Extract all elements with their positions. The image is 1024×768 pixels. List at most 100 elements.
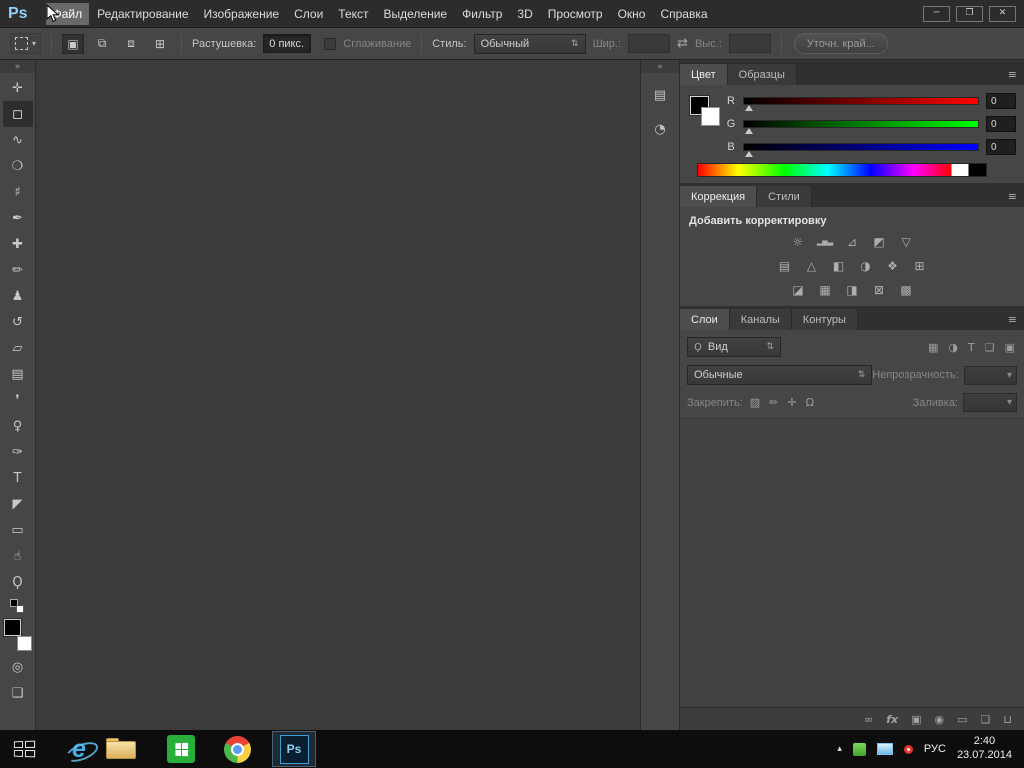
language-indicator[interactable]: РУС (924, 743, 946, 755)
tab-color[interactable]: Цвет (680, 64, 728, 85)
move-tool[interactable]: ✛ (3, 75, 33, 101)
add-to-selection-button[interactable]: ⧉ (91, 34, 113, 54)
adj-selective-color-icon[interactable]: ⊠ (871, 282, 887, 297)
cp-background-swatch[interactable] (701, 107, 720, 126)
quick-mask-button[interactable]: ◎ (3, 654, 33, 680)
refine-edge-button[interactable]: Уточн. край... (794, 33, 888, 54)
filter-type-layers-icon[interactable]: T (968, 341, 975, 354)
dock-expand-icon[interactable]: « (641, 60, 679, 73)
eraser-tool[interactable]: ▱ (3, 335, 33, 361)
toolbar-collapse-icon[interactable]: » (0, 60, 35, 73)
zoom-tool[interactable]: Ϙ (3, 569, 33, 595)
tray-green-app-icon[interactable] (853, 743, 866, 756)
panel-menu-icon[interactable]: ≡ (1008, 313, 1024, 326)
channel-b-value[interactable]: 0 (986, 139, 1016, 155)
taskbar-explorer-button[interactable] (100, 730, 142, 768)
feather-input[interactable]: 0 пикс. (263, 34, 311, 53)
adj-exposure-icon[interactable]: ◩ (871, 234, 887, 249)
tab-styles[interactable]: Стили (757, 186, 812, 207)
canvas-area[interactable] (36, 60, 640, 730)
lasso-tool[interactable]: ∿ (3, 127, 33, 153)
menu-window[interactable]: Окно (611, 3, 653, 25)
filter-smart-objects-icon[interactable]: ▣ (1005, 341, 1015, 354)
slider-thumb[interactable] (745, 151, 753, 157)
filter-shape-layers-icon[interactable]: ❏ (985, 341, 995, 354)
dodge-tool[interactable]: ♀ (3, 413, 33, 439)
foreground-color-swatch[interactable] (4, 619, 21, 636)
adj-gradient-map-icon[interactable]: ▩ (898, 282, 914, 297)
slider-thumb[interactable] (745, 128, 753, 134)
clock[interactable]: 2:40 23.07.2014 (957, 735, 1012, 763)
new-layer-icon[interactable]: ❏ (981, 713, 991, 726)
tray-display-icon[interactable] (877, 743, 893, 755)
minimize-button[interactable]: ─ (923, 6, 950, 22)
tab-swatches[interactable]: Образцы (728, 64, 797, 85)
taskbar-photoshop-button[interactable]: Ps (272, 731, 316, 767)
width-input[interactable] (628, 34, 670, 53)
menu-help[interactable]: Справка (653, 3, 714, 25)
blur-tool[interactable]: ❜ (3, 387, 33, 413)
pen-tool[interactable]: ✑ (3, 439, 33, 465)
quick-selection-tool[interactable]: ❍ (3, 153, 33, 179)
adj-color-balance-icon[interactable]: △ (804, 258, 820, 273)
taskbar-chrome-button[interactable] (216, 730, 258, 768)
tab-paths[interactable]: Контуры (792, 309, 858, 330)
crop-tool[interactable]: ♯ (3, 179, 33, 205)
adj-levels-icon[interactable]: ▂▅▃ (817, 234, 833, 249)
adj-channel-mixer-icon[interactable]: ❖ (885, 258, 901, 273)
screen-mode-button[interactable]: ❏ (3, 680, 33, 706)
menu-filter[interactable]: Фильтр (455, 3, 509, 25)
tab-adjustments[interactable]: Коррекция (680, 186, 757, 207)
swap-dimensions-icon[interactable]: ⇄ (677, 36, 688, 51)
adj-threshold-icon[interactable]: ◨ (844, 282, 860, 297)
channel-g-value[interactable]: 0 (986, 116, 1016, 132)
brush-tool[interactable]: ✏ (3, 257, 33, 283)
new-group-icon[interactable]: ▭ (957, 713, 967, 726)
lock-position-icon[interactable]: ✛ (787, 396, 796, 409)
clone-stamp-tool[interactable]: ♟ (3, 283, 33, 309)
layers-list[interactable] (680, 418, 1024, 707)
spot-healing-brush-tool[interactable]: ✚ (3, 231, 33, 257)
eyedropper-tool[interactable]: ✒ (3, 205, 33, 231)
history-panel-icon[interactable]: ▤ (646, 83, 674, 107)
menu-image[interactable]: Изображение (197, 3, 287, 25)
lock-transparency-icon[interactable]: ▨ (750, 396, 760, 409)
fill-select[interactable]: ▾ (963, 393, 1017, 412)
menu-select[interactable]: Выделение (377, 3, 455, 25)
panel-menu-icon[interactable]: ≡ (1008, 68, 1024, 81)
history-brush-tool[interactable]: ↺ (3, 309, 33, 335)
type-tool[interactable]: T (3, 465, 33, 491)
hand-tool[interactable]: ☝ (3, 543, 33, 569)
filter-kind-select[interactable]: Ϙ Вид ⇅ (687, 337, 781, 357)
antialias-checkbox[interactable] (324, 38, 336, 50)
default-colors-icon[interactable] (10, 599, 26, 614)
channel-r-slider[interactable] (743, 97, 979, 105)
tool-preset-picker[interactable]: ▾ (10, 33, 41, 54)
tray-antivirus-icon[interactable] (904, 745, 913, 754)
path-selection-tool[interactable]: ◤ (3, 491, 33, 517)
layer-style-icon[interactable]: fx (886, 713, 898, 726)
intersect-selection-button[interactable]: ⊞ (149, 34, 171, 54)
adj-posterize-icon[interactable]: ▦ (817, 282, 833, 297)
adj-hue-saturation-icon[interactable]: ▤ (777, 258, 793, 273)
menu-type[interactable]: Текст (331, 3, 375, 25)
delete-layer-icon[interactable]: ⊔ (1003, 713, 1012, 726)
style-select[interactable]: Обычный ⇅ (474, 34, 586, 54)
new-adjustment-layer-icon[interactable]: ◉ (935, 713, 945, 726)
color-spectrum-ramp[interactable] (697, 163, 987, 177)
new-selection-button[interactable]: ▣ (62, 34, 84, 54)
close-button[interactable]: ✕ (989, 6, 1016, 22)
adj-photo-filter-icon[interactable]: ◑ (858, 258, 874, 273)
background-color-swatch[interactable] (17, 636, 32, 651)
rectangle-tool[interactable]: ▭ (3, 517, 33, 543)
adj-curves-icon[interactable]: ⊿ (844, 234, 860, 249)
adj-black-white-icon[interactable]: ◧ (831, 258, 847, 273)
adj-invert-icon[interactable]: ◪ (790, 282, 806, 297)
adj-vibrance-icon[interactable]: ▽ (898, 234, 914, 249)
tab-channels[interactable]: Каналы (730, 309, 792, 330)
menu-3d[interactable]: 3D (510, 3, 539, 25)
channel-g-slider[interactable] (743, 120, 979, 128)
subtract-from-selection-button[interactable]: ⧈ (120, 34, 142, 54)
channel-b-slider[interactable] (743, 143, 979, 151)
blend-mode-select[interactable]: Обычные ⇅ (687, 365, 872, 385)
